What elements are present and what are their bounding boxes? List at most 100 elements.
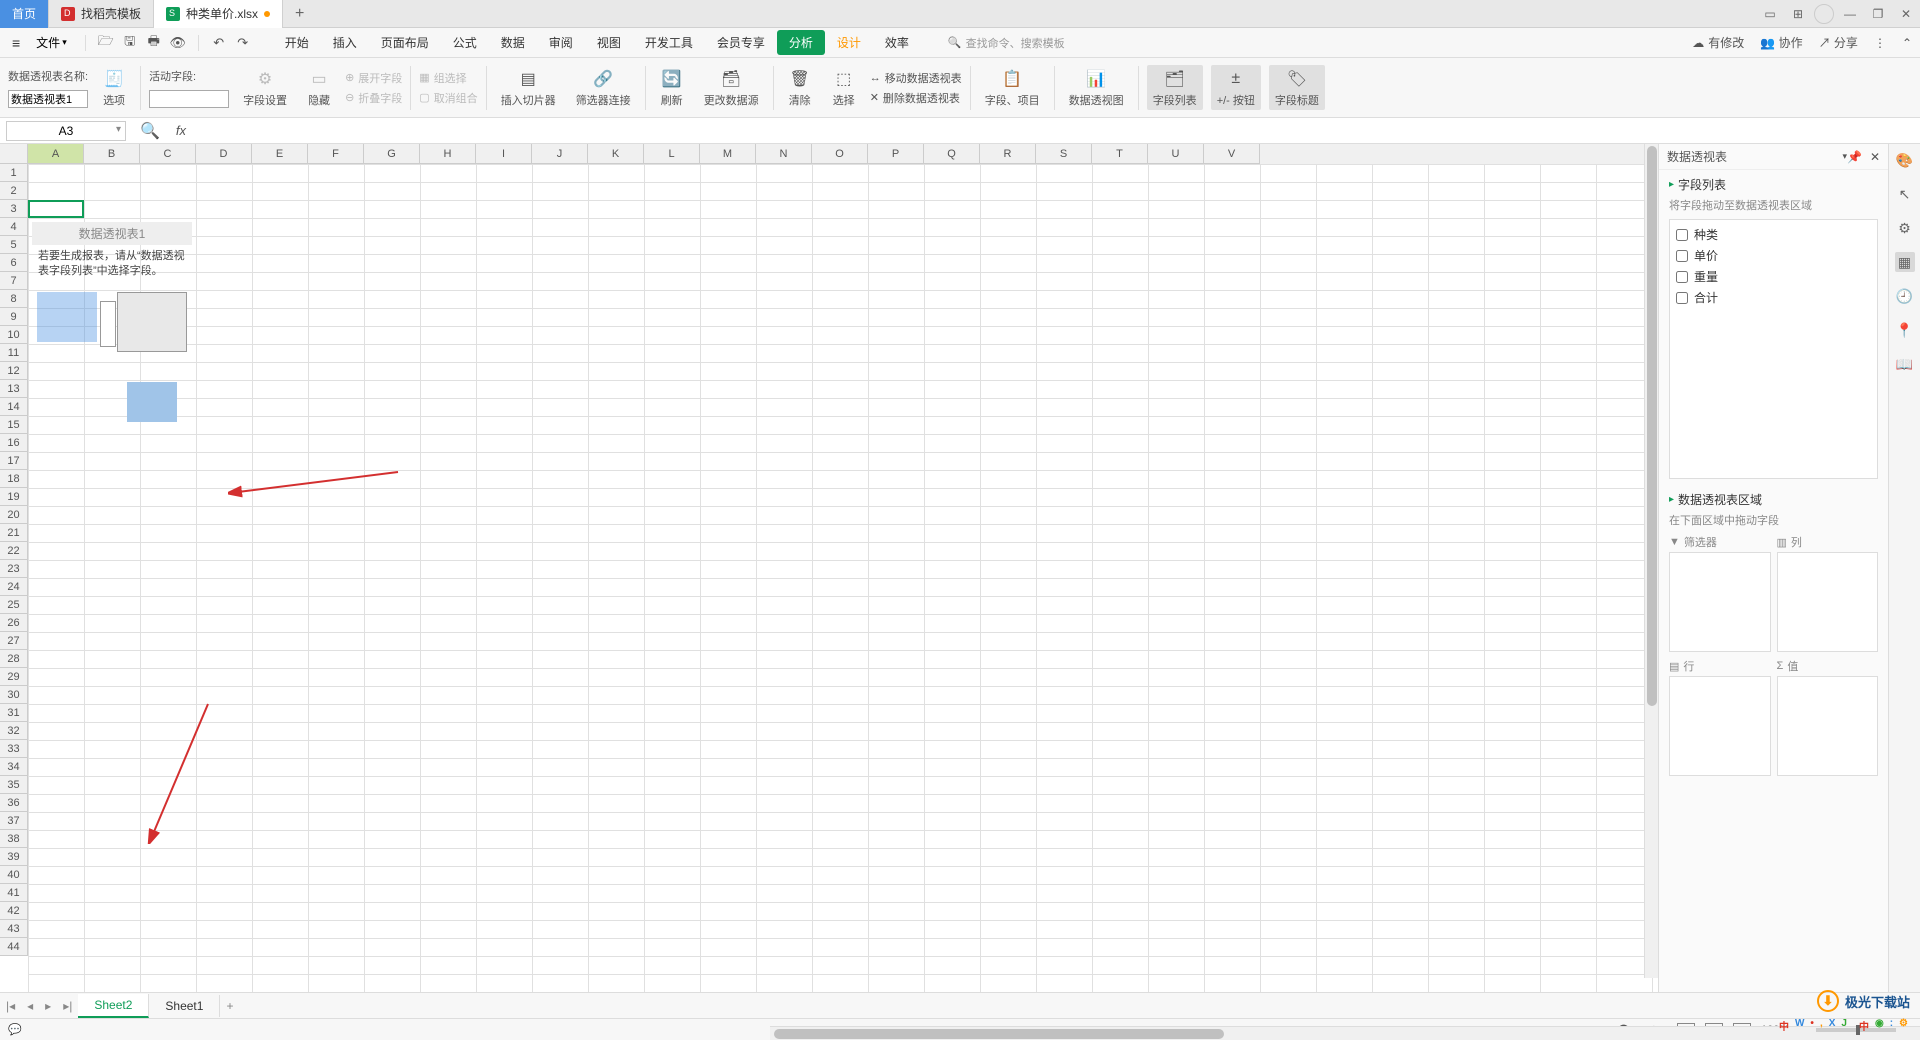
- row-header[interactable]: 7: [0, 272, 28, 290]
- side-palette-icon[interactable]: 🎨: [1895, 150, 1915, 170]
- col-header[interactable]: K: [588, 144, 644, 164]
- row-header[interactable]: 33: [0, 740, 28, 758]
- row-header[interactable]: 16: [0, 434, 28, 452]
- more-icon[interactable]: ⋮: [1874, 36, 1886, 50]
- row-header[interactable]: 31: [0, 704, 28, 722]
- tab-view[interactable]: 视图: [585, 30, 633, 55]
- pivot-name-input[interactable]: [8, 90, 88, 108]
- col-header[interactable]: U: [1148, 144, 1204, 164]
- sheet-nav-next[interactable]: ▸: [39, 999, 57, 1013]
- field-checkbox[interactable]: [1676, 292, 1688, 304]
- field-item[interactable]: 重量: [1674, 266, 1873, 287]
- area-column[interactable]: ▥ 列: [1777, 534, 1879, 652]
- maximize-button[interactable]: ❐: [1866, 2, 1890, 26]
- col-header[interactable]: R: [980, 144, 1036, 164]
- sheet-nav-first[interactable]: |◂: [0, 999, 21, 1013]
- ungroup-button[interactable]: ▢ 取消组合: [419, 90, 477, 106]
- field-list[interactable]: 种类 单价 重量 合计: [1669, 219, 1878, 479]
- row-header[interactable]: 23: [0, 560, 28, 578]
- row-header[interactable]: 41: [0, 884, 28, 902]
- area-value[interactable]: Σ 值: [1777, 658, 1879, 776]
- row-header[interactable]: 5: [0, 236, 28, 254]
- sheet-nav-last[interactable]: ▸|: [57, 999, 78, 1013]
- sheet-nav-prev[interactable]: ◂: [21, 999, 39, 1013]
- pm-buttons-button[interactable]: ±+/- 按钮: [1211, 65, 1261, 110]
- formula-input[interactable]: [194, 121, 1920, 141]
- name-box[interactable]: A3: [6, 121, 126, 141]
- row-header[interactable]: 42: [0, 902, 28, 920]
- group-select-button[interactable]: ▦ 组选择: [419, 70, 477, 86]
- close-button[interactable]: ✕: [1894, 2, 1918, 26]
- field-list-button[interactable]: 🗂字段列表: [1147, 65, 1203, 110]
- field-checkbox[interactable]: [1676, 250, 1688, 262]
- row-header[interactable]: 11: [0, 344, 28, 362]
- pivot-chart-button[interactable]: 📊数据透视图: [1063, 65, 1130, 110]
- file-menu[interactable]: 文件▾: [28, 32, 75, 53]
- col-header[interactable]: D: [196, 144, 252, 164]
- side-pivot-icon[interactable]: ▦: [1895, 252, 1915, 272]
- delete-pivot-button[interactable]: ✕ 删除数据透视表: [870, 90, 962, 106]
- side-book-icon[interactable]: 📖: [1895, 354, 1915, 374]
- tab-review[interactable]: 审阅: [537, 30, 585, 55]
- close-panel-icon[interactable]: ✕: [1870, 150, 1880, 164]
- row-header[interactable]: 44: [0, 938, 28, 956]
- hide-button[interactable]: ▭隐藏: [301, 65, 337, 110]
- print-icon[interactable]: 🖶: [144, 33, 164, 53]
- field-item[interactable]: 种类: [1674, 224, 1873, 245]
- tab-efficiency[interactable]: 效率: [873, 30, 921, 55]
- col-header[interactable]: H: [420, 144, 476, 164]
- tab-templates[interactable]: 找稻壳模板: [49, 0, 154, 28]
- row-header[interactable]: 22: [0, 542, 28, 560]
- row-header[interactable]: 4: [0, 218, 28, 236]
- row-header[interactable]: 9: [0, 308, 28, 326]
- field-headers-button[interactable]: 🏷字段标题: [1269, 65, 1325, 110]
- col-header-a[interactable]: A: [28, 144, 84, 164]
- tab-formula[interactable]: 公式: [441, 30, 489, 55]
- row-header[interactable]: 3: [0, 200, 28, 218]
- col-header[interactable]: Q: [924, 144, 980, 164]
- col-header[interactable]: C: [140, 144, 196, 164]
- row-header[interactable]: 38: [0, 830, 28, 848]
- row-header[interactable]: 26: [0, 614, 28, 632]
- row-header[interactable]: 32: [0, 722, 28, 740]
- layout-icon[interactable]: ▭: [1758, 2, 1782, 26]
- hamburger-icon[interactable]: ≡: [8, 35, 24, 51]
- reading-mode-icon[interactable]: 💬: [8, 1023, 22, 1036]
- col-header[interactable]: M: [700, 144, 756, 164]
- col-header[interactable]: G: [364, 144, 420, 164]
- move-pivot-button[interactable]: ↔ 移动数据透视表: [870, 70, 962, 86]
- select-all-corner[interactable]: [0, 144, 28, 164]
- cloud-status[interactable]: ☁ 有修改: [1692, 34, 1744, 51]
- tab-insert[interactable]: 插入: [321, 30, 369, 55]
- col-header[interactable]: E: [252, 144, 308, 164]
- area-row[interactable]: ▤ 行: [1669, 658, 1771, 776]
- col-header[interactable]: J: [532, 144, 588, 164]
- selected-cell[interactable]: [28, 200, 84, 218]
- field-checkbox[interactable]: [1676, 229, 1688, 241]
- fx-icon[interactable]: fx: [176, 123, 186, 138]
- minimize-button[interactable]: —: [1838, 2, 1862, 26]
- horizontal-scrollbar[interactable]: [770, 1026, 1920, 1040]
- active-field-input[interactable]: [149, 90, 229, 108]
- col-header[interactable]: B: [84, 144, 140, 164]
- col-header[interactable]: F: [308, 144, 364, 164]
- expand-field-button[interactable]: ⊕ 展开字段: [345, 70, 402, 86]
- col-header[interactable]: P: [868, 144, 924, 164]
- tab-data[interactable]: 数据: [489, 30, 537, 55]
- col-header[interactable]: N: [756, 144, 812, 164]
- row-header[interactable]: 20: [0, 506, 28, 524]
- change-source-button[interactable]: 🗃更改数据源: [698, 65, 765, 110]
- tab-layout[interactable]: 页面布局: [369, 30, 441, 55]
- col-header[interactable]: I: [476, 144, 532, 164]
- row-header[interactable]: 39: [0, 848, 28, 866]
- area-filter[interactable]: ▼ 筛选器: [1669, 534, 1771, 652]
- tab-design[interactable]: 设计: [825, 30, 873, 55]
- row-header[interactable]: 21: [0, 524, 28, 542]
- row-header[interactable]: 8: [0, 290, 28, 308]
- print-preview-icon[interactable]: 👁: [168, 33, 188, 53]
- user-avatar-icon[interactable]: [1814, 4, 1834, 24]
- row-header[interactable]: 30: [0, 686, 28, 704]
- row-header[interactable]: 40: [0, 866, 28, 884]
- pin-icon[interactable]: 📌: [1847, 150, 1862, 164]
- share-button[interactable]: ↗ 分享: [1819, 34, 1858, 51]
